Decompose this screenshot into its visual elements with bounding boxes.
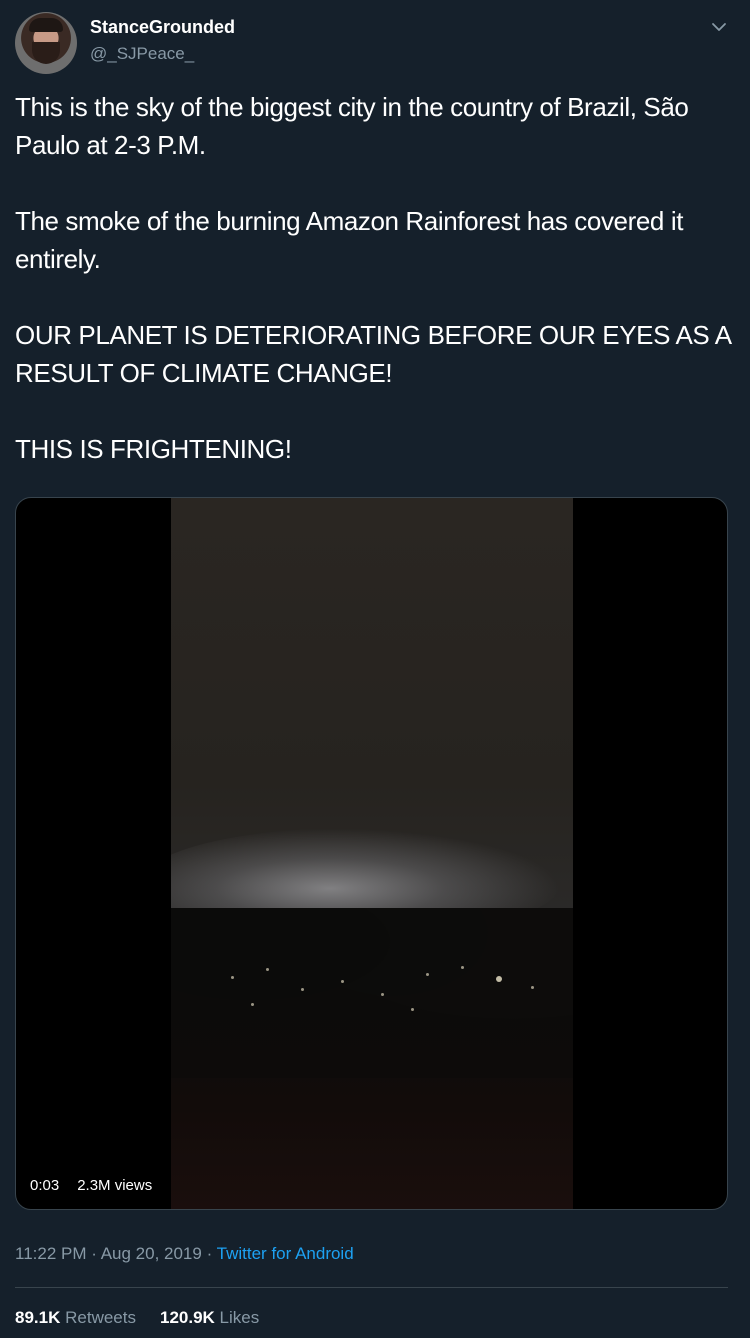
tweet-date[interactable]: Aug 20, 2019: [101, 1244, 202, 1263]
tweet-paragraph: OUR PLANET IS DETERIORATING BEFORE OUR E…: [15, 320, 731, 388]
tweet-stats: 89.1K Retweets 120.9K Likes: [15, 1308, 259, 1328]
video-duration: 0:03: [24, 1174, 66, 1197]
video-views: 2.3M views: [71, 1174, 159, 1197]
divider: [15, 1287, 728, 1288]
tweet-text: This is the sky of the biggest city in t…: [15, 88, 735, 506]
likes-stat[interactable]: 120.9K Likes: [160, 1308, 259, 1327]
tweet-paragraph: THIS IS FRIGHTENING!: [15, 434, 292, 464]
tweet-time[interactable]: 11:22 PM: [15, 1244, 87, 1263]
tweet-paragraph: The smoke of the burning Amazon Rainfore…: [15, 206, 684, 274]
chevron-down-icon[interactable]: [710, 18, 728, 36]
tweet-source-link[interactable]: Twitter for Android: [217, 1244, 354, 1263]
author-display-name[interactable]: StanceGrounded: [90, 17, 235, 38]
author-handle[interactable]: @_SJPeace_: [90, 44, 194, 64]
avatar[interactable]: [15, 12, 77, 74]
tweet-card: StanceGrounded @_SJPeace_ This is the sk…: [0, 0, 750, 1338]
retweets-stat[interactable]: 89.1K Retweets: [15, 1308, 136, 1327]
tweet-paragraph: This is the sky of the biggest city in t…: [15, 92, 689, 160]
tweet-timestamp: 11:22 PM · Aug 20, 2019 · Twitter for An…: [15, 1244, 354, 1263]
video-player[interactable]: 0:03 2.3M views: [15, 497, 728, 1210]
video-frame[interactable]: [171, 498, 573, 1209]
